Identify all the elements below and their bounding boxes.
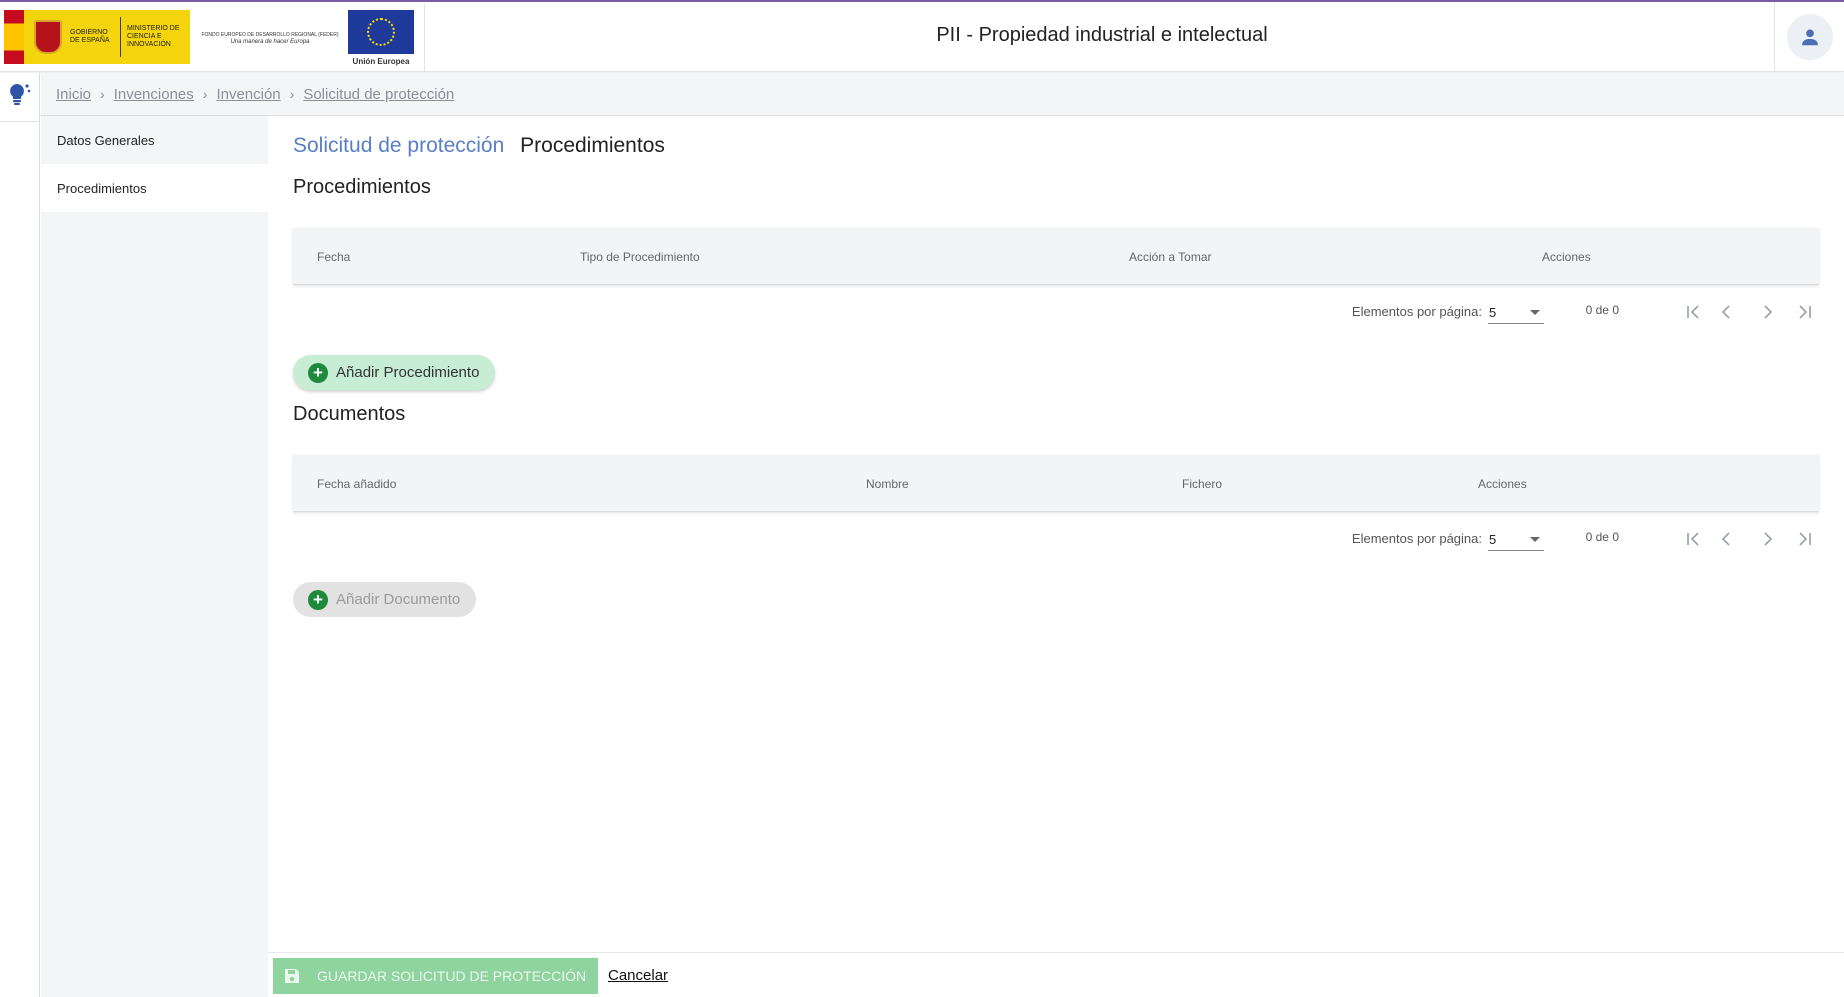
app-title: PII - Propiedad industrial e intelectual	[936, 24, 1268, 46]
page-title-current: Procedimientos	[520, 134, 665, 157]
chevron-right-icon	[1764, 532, 1773, 546]
add-procedimiento-button[interactable]: + Añadir Procedimiento	[293, 355, 496, 390]
lightbulb-icon	[10, 84, 31, 105]
column-header-fecha-anadido[interactable]: Fecha añadido	[317, 455, 396, 512]
items-per-page-value: 5	[1489, 532, 1497, 547]
first-page-icon	[1687, 532, 1699, 546]
last-page-icon	[1799, 532, 1811, 546]
next-page-button[interactable]	[1753, 298, 1781, 326]
breadcrumb: Inicio › Invenciones › Invención › Solic…	[41, 73, 1844, 116]
breadcrumb-invenciones[interactable]: Invenciones	[114, 86, 194, 103]
items-per-page-value: 5	[1489, 305, 1497, 320]
first-page-button[interactable]	[1679, 298, 1707, 326]
column-header-acciones: Acciones	[1542, 249, 1591, 264]
add-documento-button[interactable]: + Añadir Documento	[293, 582, 477, 617]
eu-logo-text: Unión Europea	[352, 57, 410, 66]
lightbulb-button[interactable]	[6, 81, 32, 107]
column-header-tipo-procedimiento[interactable]: Tipo de Procedimiento	[580, 228, 700, 285]
rail-divider	[0, 121, 40, 122]
page-range-label: 0 de 0	[1585, 303, 1619, 317]
page-range-label: 0 de 0	[1585, 530, 1619, 544]
first-page-button[interactable]	[1679, 525, 1707, 553]
chevron-right-icon: ›	[202, 86, 208, 102]
procedimientos-table-header: Fecha Tipo de Procedimiento Acción a Tom…	[293, 228, 1819, 285]
main-content: Solicitud de protección Procedimientos P…	[268, 116, 1844, 952]
chevron-right-icon: ›	[100, 86, 105, 102]
items-per-page-label: Elementos por página:	[1351, 304, 1482, 319]
last-page-button[interactable]	[1791, 298, 1819, 326]
gobierno-ministerio-logo: GOBIERNO DE ESPAÑA MINISTERIO DE CIENCIA…	[4, 10, 190, 64]
documentos-section-title: Documentos	[293, 403, 406, 425]
add-circle-icon: +	[308, 589, 328, 610]
breadcrumb-solicitud-proteccion[interactable]: Solicitud de protección	[303, 86, 454, 103]
chevron-right-icon: ›	[289, 86, 295, 102]
save-solicitud-button[interactable]: GUARDAR SOLICITUD DE PROTECCIÓN	[273, 958, 598, 994]
left-rail	[0, 73, 40, 997]
chevron-left-icon	[1721, 305, 1730, 319]
next-page-button[interactable]	[1753, 525, 1781, 553]
spain-flag-stripe	[4, 10, 24, 64]
chevron-left-icon	[1721, 532, 1730, 546]
eu-flag-icon	[348, 10, 414, 54]
add-circle-icon: +	[308, 362, 328, 383]
gobierno-logo-text: GOBIERNO DE ESPAÑA	[70, 29, 110, 44]
user-menu	[1774, 2, 1844, 72]
app-header: GOBIERNO DE ESPAÑA MINISTERIO DE CIENCIA…	[0, 0, 1844, 72]
previous-page-button[interactable]	[1713, 298, 1741, 326]
feder-logo-motto: Una manera de hacer Europa	[230, 39, 310, 45]
add-documento-label: Añadir Documento	[336, 591, 461, 608]
column-header-fecha[interactable]: Fecha	[317, 228, 350, 285]
eu-logo: Unión Europea	[345, 4, 425, 72]
dropdown-arrow-icon	[1530, 310, 1540, 315]
nav-item-procedimientos[interactable]: Procedimientos	[41, 164, 268, 212]
user-menu-button[interactable]	[1786, 14, 1833, 60]
documentos-table-header: Fecha añadido Nombre Fichero Acciones	[293, 455, 1819, 512]
breadcrumb-inicio[interactable]: Inicio	[56, 86, 91, 103]
previous-page-button[interactable]	[1713, 525, 1741, 553]
nav-item-datos-generales[interactable]: Datos Generales	[41, 116, 268, 164]
form-footer: GUARDAR SOLICITUD DE PROTECCIÓN Cancelar	[268, 952, 1844, 997]
section-nav: Datos Generales Procedimientos	[41, 116, 268, 997]
first-page-icon	[1687, 305, 1699, 319]
logo-divider	[120, 17, 121, 57]
last-page-button[interactable]	[1791, 525, 1819, 553]
items-per-page-select[interactable]: 5	[1488, 302, 1544, 324]
page-title: Solicitud de protección Procedimientos	[293, 134, 665, 158]
procedimientos-section-title: Procedimientos	[293, 176, 431, 198]
cancel-link[interactable]: Cancelar	[608, 967, 668, 984]
add-procedimiento-label: Añadir Procedimiento	[336, 364, 480, 381]
feder-logo: FONDO EUROPEO DE DESARROLLO REGIONAL (FE…	[200, 32, 340, 46]
chevron-right-icon	[1764, 305, 1773, 319]
column-header-acciones: Acciones	[1478, 476, 1527, 491]
procedimientos-paginator: Elementos por página: 5 0 de 0	[293, 292, 1819, 332]
column-header-fichero[interactable]: Fichero	[1182, 455, 1222, 512]
person-icon	[1801, 29, 1818, 46]
breadcrumb-invencion[interactable]: Invención	[216, 86, 280, 103]
column-header-accion-tomar[interactable]: Acción a Tomar	[1129, 228, 1211, 285]
documentos-paginator: Elementos por página: 5 0 de 0	[293, 519, 1819, 559]
items-per-page-select[interactable]: 5	[1488, 529, 1544, 551]
last-page-icon	[1799, 305, 1811, 319]
save-solicitud-label: GUARDAR SOLICITUD DE PROTECCIÓN	[317, 968, 587, 984]
feder-logo-text: FONDO EUROPEO DE DESARROLLO REGIONAL (FE…	[201, 32, 339, 38]
column-header-nombre[interactable]: Nombre	[866, 455, 909, 512]
save-disk-icon	[285, 969, 299, 983]
dropdown-arrow-icon	[1530, 537, 1540, 542]
coat-of-arms-icon	[34, 20, 62, 54]
ministerio-logo-text: MINISTERIO DE CIENCIA E INNOVACIÓN	[127, 25, 180, 48]
items-per-page-label: Elementos por página:	[1351, 531, 1482, 546]
page-title-parent: Solicitud de protección	[293, 134, 505, 157]
